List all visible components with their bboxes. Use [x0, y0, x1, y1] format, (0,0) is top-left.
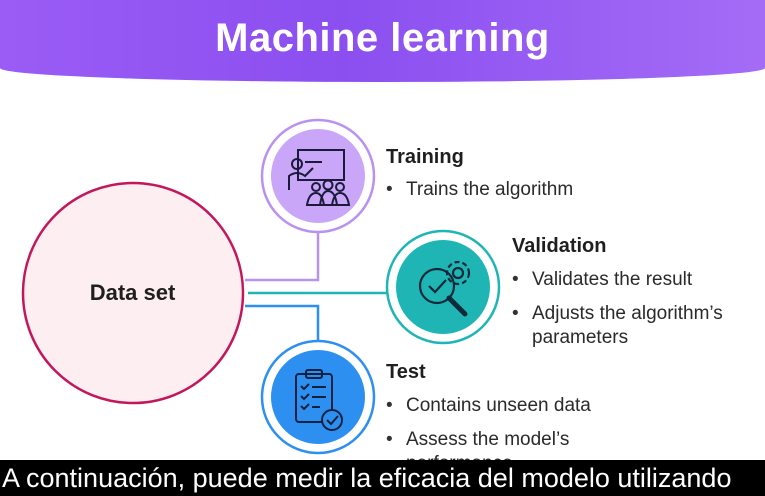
subtitle-caption: A continuación, puede medir la eficacia … — [0, 460, 765, 496]
training-circle — [271, 129, 365, 223]
validation-circle — [396, 240, 490, 334]
training-connector — [245, 232, 320, 282]
diagram-graphics — [21, 118, 501, 455]
dataset-label: Data set — [89, 280, 176, 305]
test-connector — [245, 304, 320, 340]
validation-bullet-2: Adjusts the algorithm’s parameters — [512, 302, 762, 350]
training-title: Training — [386, 146, 464, 168]
training-bullet-1: Trains the algorithm — [386, 178, 646, 202]
validation-bullet-1: Validates the result — [512, 268, 765, 292]
test-bullet-1: Contains unseen data — [386, 394, 646, 418]
test-title: Test — [386, 361, 426, 383]
validation-title: Validation — [512, 235, 607, 257]
